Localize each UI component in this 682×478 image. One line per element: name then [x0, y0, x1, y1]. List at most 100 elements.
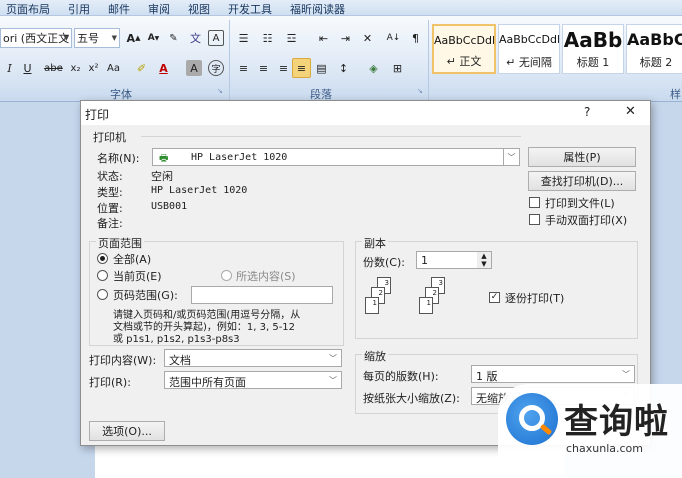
style-heading-2[interactable]: AaBbC 标题 2: [626, 24, 682, 74]
chevron-down-icon: ▼: [63, 34, 69, 42]
style-no-spacing[interactable]: AaBbCcDdI ↵ 无间隔: [498, 24, 560, 74]
borders-icon[interactable]: ⊞: [388, 58, 407, 78]
justify-icon[interactable]: ≡: [292, 58, 311, 78]
bullets-icon[interactable]: ☰: [234, 28, 253, 48]
clear-format-icon[interactable]: ✎: [164, 28, 183, 48]
page-icon: 1: [365, 297, 379, 314]
style-sample: AaBb: [563, 28, 623, 52]
font-size-value: 五号: [77, 32, 99, 45]
watermark: 查询啦 chaxunla.com: [498, 384, 682, 478]
align-right-icon[interactable]: ≡: [274, 58, 293, 78]
font-name-combo[interactable]: ori (西文正文 ▼: [0, 28, 72, 48]
enclose-characters-icon[interactable]: 字: [208, 60, 224, 76]
manual-duplex-checkbox[interactable]: [529, 214, 540, 225]
font-color-icon[interactable]: A: [154, 58, 173, 78]
page-icon: 1: [419, 297, 433, 314]
underline-icon[interactable]: U: [18, 58, 37, 78]
pages-per-sheet-value: 1 版: [476, 370, 498, 383]
subscript-icon[interactable]: x₂: [66, 58, 85, 78]
distributed-icon[interactable]: ▤: [312, 58, 331, 78]
printer-section-label: 打印机: [93, 131, 126, 144]
style-normal[interactable]: AaBbCcDdI ↵ 正文: [432, 24, 496, 74]
style-name: 标题 2: [639, 56, 673, 69]
show-marks-icon[interactable]: ¶: [406, 28, 425, 48]
menu-developer[interactable]: 开发工具: [228, 1, 272, 17]
decrease-indent-icon[interactable]: ⇤: [314, 28, 333, 48]
watermark-text: 查询啦: [564, 402, 669, 442]
pages-per-sheet-combo[interactable]: 1 版 ﹀: [471, 365, 635, 383]
selection-label: 所选内容(S): [236, 270, 296, 283]
dialog-launcher-icon[interactable]: ↘: [217, 87, 223, 95]
current-page-radio[interactable]: [97, 270, 108, 281]
superscript-icon[interactable]: x²: [84, 58, 103, 78]
grow-font-icon[interactable]: A ▲: [124, 28, 143, 48]
printer-name-combo[interactable]: 🖶 HP LaserJet 1020 ﹀: [152, 148, 520, 166]
increase-indent-icon[interactable]: ⇥: [336, 28, 355, 48]
copies-count-label: 份数(C):: [363, 256, 405, 269]
character-border-icon[interactable]: A: [208, 30, 224, 46]
line-spacing-icon[interactable]: ↕: [334, 58, 353, 78]
printer-name-value: HP LaserJet 1020: [191, 152, 288, 163]
printer-name-label: 名称(N):: [97, 152, 140, 165]
dialog-launcher-icon[interactable]: ↘: [417, 87, 423, 95]
group-separator: [428, 20, 429, 100]
align-center-icon[interactable]: ≡: [254, 58, 273, 78]
menu-references[interactable]: 引用: [68, 1, 90, 17]
dialog-titlebar[interactable]: 打印 ? ✕: [81, 101, 650, 125]
chevron-down-icon: ﹀: [329, 353, 337, 363]
strikethrough-icon[interactable]: abe: [44, 58, 63, 78]
magnifier-handle: [539, 423, 553, 436]
collate-checkbox[interactable]: ✓: [489, 292, 500, 303]
properties-button[interactable]: 属性(P): [528, 147, 636, 167]
type-label: 类型:: [97, 186, 123, 199]
chinese-layout-icon[interactable]: ✕: [358, 28, 377, 48]
menu-mailings[interactable]: 邮件: [108, 1, 130, 17]
font-size-combo[interactable]: 五号 ▼: [74, 28, 120, 48]
watermark-url: chaxunla.com: [566, 442, 643, 455]
menu-review[interactable]: 审阅: [148, 1, 170, 17]
zoom-legend: 缩放: [362, 348, 388, 364]
numbering-icon[interactable]: ☷: [258, 28, 277, 48]
shrink-font-icon[interactable]: A ▼: [144, 28, 163, 48]
printer-icon: 🖶: [159, 153, 169, 164]
copies-count-spinner[interactable]: 1 ▲ ▼: [416, 251, 492, 269]
options-button[interactable]: 选项(O)...: [89, 421, 165, 441]
ribbon: 页面布局 引用 邮件 审阅 视图 开发工具 福昕阅读器 ori (西文正文 ▼ …: [0, 0, 682, 102]
spin-down-icon[interactable]: ▼: [477, 260, 491, 268]
find-printer-button[interactable]: 查找打印机(D)...: [528, 171, 636, 191]
style-name: ↵ 正文: [446, 55, 482, 68]
all-pages-radio[interactable]: [97, 253, 108, 264]
search-icon: [506, 393, 558, 445]
print-what-label: 打印内容(W):: [89, 354, 157, 367]
multilevel-list-icon[interactable]: ☲: [282, 28, 301, 48]
section-divider: [141, 136, 521, 137]
highlight-icon[interactable]: ✐: [132, 58, 151, 78]
phonetic-guide-icon[interactable]: 文: [186, 28, 205, 48]
style-sample: AaBbCcDdI: [499, 33, 560, 46]
page-range-legend: 页面范围: [96, 235, 144, 251]
help-button[interactable]: ?: [584, 105, 590, 119]
print-to-file-checkbox[interactable]: [529, 197, 540, 208]
print-combo[interactable]: 范围中所有页面 ﹀: [164, 371, 342, 389]
location-label: 位置:: [97, 202, 123, 215]
sort-icon[interactable]: A↓: [384, 28, 403, 48]
type-value: HP LaserJet 1020: [151, 185, 248, 196]
shading-icon[interactable]: ◈: [364, 58, 383, 78]
page-range-input[interactable]: [191, 286, 333, 304]
character-shading-icon[interactable]: A: [186, 60, 202, 76]
print-what-value: 文档: [169, 354, 191, 367]
close-button[interactable]: ✕: [625, 104, 636, 119]
change-case-icon[interactable]: Aa: [104, 58, 123, 78]
menu-foxit-reader[interactable]: 福昕阅读器: [290, 1, 345, 17]
menu-view[interactable]: 视图: [188, 1, 210, 17]
italic-icon[interactable]: I: [0, 58, 19, 78]
style-heading-1[interactable]: AaBb 标题 1: [562, 24, 624, 74]
copies-count-value: 1: [421, 254, 428, 267]
print-what-combo[interactable]: 文档 ﹀: [164, 349, 342, 367]
menu-page-layout[interactable]: 页面布局: [6, 1, 50, 17]
selection-radio[interactable]: [221, 270, 232, 281]
align-left-icon[interactable]: ≡: [234, 58, 253, 78]
page-range-radio[interactable]: [97, 289, 108, 300]
status-label: 状态:: [97, 170, 123, 183]
spin-up-icon[interactable]: ▲: [477, 252, 491, 260]
